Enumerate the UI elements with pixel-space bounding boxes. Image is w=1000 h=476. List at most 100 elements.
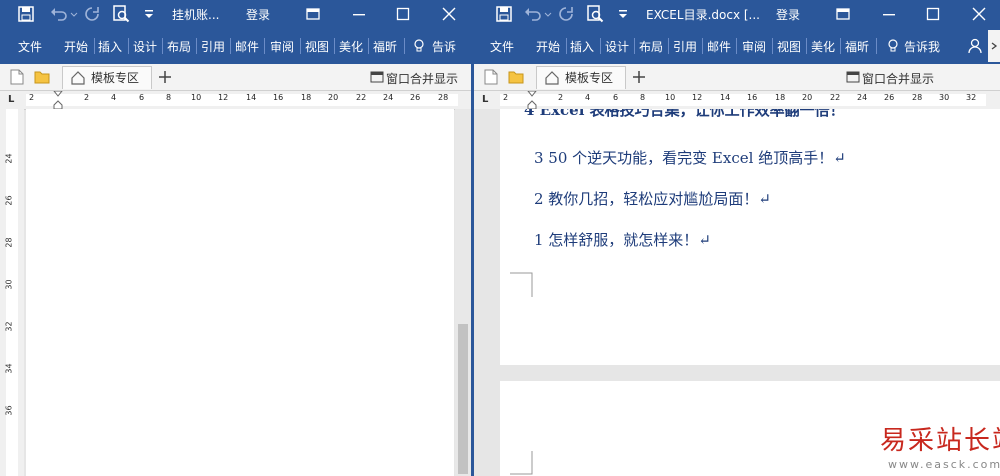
tab-separator [634, 38, 635, 54]
close-icon[interactable] [972, 7, 986, 21]
tab-design[interactable]: 设计 [605, 38, 629, 55]
ruler-body [26, 94, 458, 106]
toc-line-3[interactable]: 3 50 个逆天功能，看完变 Excel 绝顶高手！↵ [534, 147, 846, 168]
tab-separator [334, 38, 335, 54]
save-icon[interactable] [18, 6, 34, 22]
document-title: 挂机账... [172, 8, 220, 22]
document-page[interactable] [26, 109, 454, 476]
ruler-tick: 24 [857, 93, 868, 102]
tab-selector-icon[interactable]: L [8, 94, 14, 105]
ruler-tick: 6 [613, 93, 619, 102]
tab-template-label: 模板专区 [565, 71, 614, 85]
tab-layout[interactable]: 布局 [639, 38, 663, 55]
close-icon[interactable] [442, 7, 456, 21]
tab-separator [600, 38, 601, 54]
tab-separator [840, 38, 841, 54]
tab-file[interactable]: 文件 [490, 38, 514, 55]
ruler-tick: 28 [912, 93, 923, 102]
new-document-icon[interactable] [484, 69, 498, 85]
home-icon [545, 71, 559, 85]
maximize-icon[interactable] [926, 7, 940, 21]
login-link[interactable]: 登录 [246, 6, 270, 23]
tab-home[interactable]: 开始 [536, 38, 560, 55]
toc-line-2[interactable]: 2 教你几招，轻松应对尴尬局面！↵ [534, 188, 771, 209]
ruler-tick: 2 [29, 93, 35, 102]
tab-beautify[interactable]: 美化 [339, 38, 363, 55]
ribbon-display-icon[interactable] [306, 7, 320, 21]
undo-dropdown-icon[interactable] [70, 6, 78, 22]
tab-template-zone[interactable]: 模板专区 [62, 66, 152, 89]
ruler-tick: 20 [802, 93, 813, 102]
ribbon-display-icon[interactable] [836, 7, 850, 21]
lightbulb-icon[interactable] [414, 39, 424, 53]
tab-separator [264, 38, 265, 54]
vertical-ruler-body [6, 109, 18, 476]
tab-mailings[interactable]: 邮件 [707, 38, 731, 55]
tab-template-label: 模板专区 [91, 71, 140, 85]
lightbulb-icon[interactable] [888, 39, 898, 53]
ruler-tick: 26 [410, 93, 421, 102]
window-merge-display[interactable]: 窗口合并显示 [862, 70, 934, 87]
tab-review[interactable]: 审阅 [742, 38, 766, 55]
window-merge-icon[interactable] [370, 71, 384, 83]
tab-view[interactable]: 视图 [305, 38, 329, 55]
vertical-ruler-tick: 28 [4, 237, 14, 248]
toc-line-1[interactable]: 1 怎样舒服，就怎样来！↵ [534, 229, 711, 250]
tell-me-search[interactable]: 告诉我 [904, 38, 940, 55]
tab-design[interactable]: 设计 [133, 38, 157, 55]
tab-review[interactable]: 审阅 [270, 38, 294, 55]
window-merge-display[interactable]: 窗口合并显示 [386, 70, 458, 87]
tab-separator [668, 38, 669, 54]
tab-foxit[interactable]: 福昕 [845, 38, 869, 55]
save-icon[interactable] [496, 6, 512, 22]
vertical-scrollbar[interactable] [455, 109, 471, 476]
tab-mailings[interactable]: 邮件 [235, 38, 259, 55]
print-preview-icon[interactable] [586, 5, 604, 23]
toc-line-4[interactable]: 4 Excel 表格技巧合集，让你工作效率翻一倍！ [524, 109, 845, 120]
scrollbar-thumb[interactable] [458, 324, 468, 474]
login-link[interactable]: 登录 [776, 6, 800, 23]
undo-icon[interactable] [524, 6, 542, 22]
ruler-tick: 12 [692, 93, 703, 102]
tab-insert[interactable]: 插入 [570, 38, 594, 55]
customize-toolbar-icon[interactable] [618, 8, 628, 20]
customize-toolbar-icon[interactable] [144, 8, 154, 20]
undo-dropdown-icon[interactable] [544, 6, 552, 22]
redo-icon[interactable] [84, 6, 100, 22]
tab-beautify[interactable]: 美化 [811, 38, 835, 55]
ribbon-tabs: 文件 开始 插入 设计 布局 引用 邮件 审阅 视图 美化 福昕 告诉我 [474, 28, 1000, 64]
ruler-tick: 2 [84, 93, 90, 102]
ribbon-scroll-right[interactable] [988, 30, 1000, 62]
minimize-icon[interactable] [882, 7, 896, 21]
redo-icon[interactable] [558, 6, 574, 22]
document-page[interactable]: 4 Excel 表格技巧合集，让你工作效率翻一倍！ 3 50 个逆天功能，看完变… [500, 109, 1000, 365]
tab-references[interactable]: 引用 [673, 38, 697, 55]
tab-layout[interactable]: 布局 [167, 38, 191, 55]
tab-file[interactable]: 文件 [18, 38, 42, 55]
add-tab-icon[interactable] [158, 70, 172, 84]
tab-template-zone[interactable]: 模板专区 [536, 66, 626, 89]
tab-references[interactable]: 引用 [201, 38, 225, 55]
open-folder-icon[interactable] [508, 70, 524, 84]
tab-home[interactable]: 开始 [64, 38, 88, 55]
ruler-tick: 4 [585, 93, 591, 102]
new-document-icon[interactable] [10, 69, 24, 85]
undo-icon[interactable] [50, 6, 68, 22]
print-preview-icon[interactable] [112, 5, 130, 23]
open-folder-icon[interactable] [34, 70, 50, 84]
maximize-icon[interactable] [396, 7, 410, 21]
tell-me-search[interactable]: 告诉 [432, 38, 456, 55]
window-merge-icon[interactable] [846, 71, 860, 83]
tab-selector-icon[interactable]: L [482, 94, 488, 105]
ruler-tick: 16 [747, 93, 758, 102]
share-user-icon[interactable] [968, 38, 984, 54]
tab-foxit[interactable]: 福昕 [373, 38, 397, 55]
tab-insert[interactable]: 插入 [98, 38, 122, 55]
add-tab-icon[interactable] [632, 70, 646, 84]
ruler-tick: 30 [939, 93, 950, 102]
ruler-tick: 12 [218, 93, 229, 102]
minimize-icon[interactable] [352, 7, 366, 21]
tab-view[interactable]: 视图 [777, 38, 801, 55]
indent-marker-icon[interactable] [527, 91, 537, 109]
indent-marker-icon[interactable] [53, 91, 63, 109]
